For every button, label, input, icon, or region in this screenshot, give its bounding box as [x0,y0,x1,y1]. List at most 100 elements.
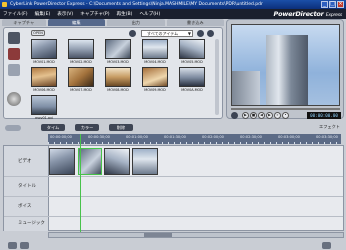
clip-thumbnail[interactable]: MOV04.MOD [142,39,168,70]
menu-edit[interactable]: 編集(E) [35,11,51,17]
clip-thumbnail[interactable]: MOV06.MOD [31,67,57,98]
mode-tabs: キャプチャ 編集 出力 書き込み [2,19,224,26]
view-icon[interactable] [197,30,204,37]
maximize-button[interactable]: □ [329,1,336,8]
track-label: ボイス [4,197,49,216]
clip-image [68,39,94,59]
play-icon[interactable]: ▶ [242,112,249,119]
zoom-in-icon[interactable] [20,242,29,249]
effect-label[interactable]: エフェクト [319,124,340,130]
clip-thumbnail[interactable]: MOV01.MOD [31,39,57,70]
clip-label: MOV07.MOD [70,88,92,92]
clip-label: MOV08.MOD [107,88,129,92]
clip-thumbnail[interactable]: MOV08.MOD [105,67,131,98]
clip-label: MOV09.MOD [144,88,166,92]
tab-burn[interactable]: 書き込み [166,19,224,26]
clip-thumbnail[interactable]: MOV03.MOD [105,39,131,70]
previous-frame-icon[interactable]: ◀ [258,112,265,119]
clip-thumbnail[interactable]: MOV09.MOD [142,67,168,98]
music-track[interactable]: ミュージック [4,217,343,231]
app-window: CyberLink PowerDirector Express - C:\Doc… [0,0,346,250]
menu-playback[interactable]: 再生(B) [117,11,133,17]
next-frame-icon[interactable]: ▶ [266,112,273,119]
brand-name: PowerDirector [273,10,324,18]
menu-view[interactable]: 表示(V) [57,11,73,17]
transport-controls: ▶ ■ ◀ ▶ » • [242,112,289,119]
clip-thumbnail[interactable]: MOV05.MOD [179,39,205,70]
menu-help[interactable]: ヘルプ(H) [139,11,160,17]
minimize-button[interactable]: _ [321,1,328,8]
timecode-display: 00:00:00.00 [307,112,341,119]
ruler-label: 00:00:30;00 [88,135,110,139]
scrollbar-thumb[interactable] [144,233,172,237]
timeline-clip[interactable] [49,148,75,175]
volume-dial-icon[interactable] [7,92,21,106]
media-library: OPEN すべてのアイテム ▼ MOV01.MOD MOV02.MOD MOV0… [3,27,223,120]
trim-button[interactable]: タイム [41,124,65,131]
sort-icon[interactable] [207,30,214,37]
library-filter-select[interactable]: すべてのアイテム ▼ [141,30,193,37]
clip-label: MOV01.MOD [33,60,55,64]
app-icon [2,2,7,7]
stop-icon[interactable]: ■ [250,112,257,119]
storyboard-toggle[interactable] [5,125,21,131]
fast-forward-icon[interactable]: » [274,112,281,119]
preview-screen [231,24,340,106]
tab-capture[interactable]: キャプチャ [2,19,46,26]
preview-scrubber[interactable] [231,108,340,110]
menu-capture[interactable]: キャプチャ(P) [80,11,109,17]
timeline-clip[interactable] [104,148,130,175]
color-button[interactable]: カラー [75,124,99,131]
ruler-label: 00:01:30;00 [164,135,186,139]
clip-label: MOV03.MOD [107,60,129,64]
clip-image [179,67,205,87]
track-label: ビデオ [4,146,49,176]
ruler-label: 00:02:00;00 [202,135,224,139]
clip-image [105,67,131,87]
snapshot-icon[interactable]: • [282,112,289,119]
library-header: OPEN すべてのアイテム ▼ [29,29,219,38]
media-room-icon[interactable] [8,32,20,44]
title-track[interactable]: タイトル [4,177,343,197]
menu-file[interactable]: ファイル(F) [3,11,28,17]
zoom-out-icon[interactable] [8,242,17,249]
close-button[interactable]: × [337,1,344,8]
video-track[interactable]: ビデオ [4,146,343,177]
settings-icon[interactable] [322,242,331,249]
clip-image [105,39,131,59]
title-room-icon[interactable] [8,64,20,76]
effect-room-icon[interactable] [8,48,20,60]
ruler-ticks [48,142,341,144]
timeline-tracks: ビデオ タイトル ボイス ミュージック [3,145,344,231]
track-label: タイトル [4,177,49,196]
timeline-clip[interactable] [78,148,102,175]
chevron-down-icon: ▼ [187,31,191,36]
clip-image [142,39,168,59]
preview-panel: ▶ ■ ◀ ▶ » • 00:00:00.00 [226,19,344,119]
library-scrollbar[interactable] [215,39,219,115]
ruler-label: 00:00:00;00 [50,135,72,139]
brand-logo: PowerDirector Express [256,10,343,19]
clip-thumbnail[interactable]: MOV02.MOD [68,39,94,70]
preview-building-left [232,71,260,105]
voice-track[interactable]: ボイス [4,197,343,217]
tab-edit[interactable]: 編集 [47,19,106,26]
delete-button[interactable]: 削除 [109,124,133,131]
playhead[interactable] [80,134,81,232]
clip-image [68,67,94,87]
timeline-ruler[interactable]: 00:00:00;00 00:00:30;00 00:01:00;00 00:0… [48,134,341,144]
timeline-clip[interactable] [132,148,158,175]
clip-label: MOV04.MOD [144,60,166,64]
clip-thumbnail[interactable]: MOV07.MOD [68,67,94,98]
window-title: CyberLink PowerDirector Express - C:\Doc… [10,2,263,7]
timeline-scrollbar[interactable] [48,232,344,238]
clip-thumbnail[interactable]: MOV0A.MOD [179,67,205,98]
clip-image [179,39,205,59]
timeline-toolbar: タイム カラー 削除 エフェクト [3,122,344,133]
speaker-icon[interactable] [231,112,238,119]
open-button[interactable]: OPEN [31,30,45,36]
clip-image [142,67,168,87]
library-toolbar [6,30,22,80]
import-icon[interactable] [129,30,136,37]
tab-produce[interactable]: 出力 [107,19,165,26]
